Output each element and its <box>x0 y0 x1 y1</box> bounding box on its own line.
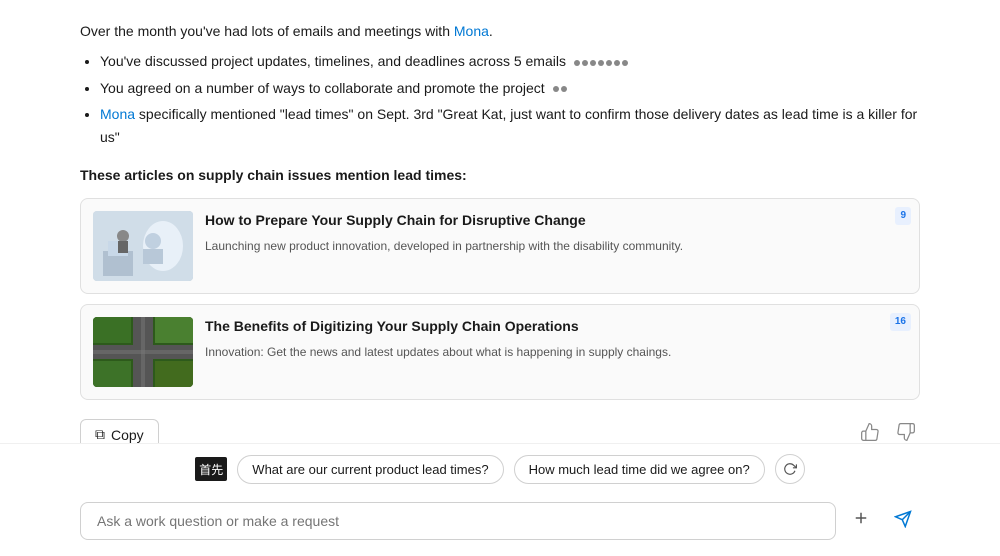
suggestions-bar: 首先 What are our current product lead tim… <box>0 443 1000 494</box>
bullet2-text: You agreed on a number of ways to collab… <box>100 80 545 96</box>
article-badge-1: 9 <box>895 207 911 225</box>
article-thumbnail-1 <box>93 211 193 281</box>
input-bar <box>0 494 1000 556</box>
copy-label: Copy <box>111 427 144 443</box>
suggestion-chip-1[interactable]: What are our current product lead times? <box>237 455 503 484</box>
article-thumbnail-2 <box>93 317 193 387</box>
office-svg <box>93 211 193 281</box>
thumbs-up-icon <box>860 422 880 442</box>
aerial-thumbnail <box>93 317 193 387</box>
dot <box>590 60 596 66</box>
mona-link[interactable]: Mona <box>454 23 489 39</box>
kanji-text: 首先 <box>199 461 223 478</box>
thumbs-down-button[interactable] <box>892 418 920 443</box>
send-button[interactable] <box>886 506 920 537</box>
office-thumbnail <box>93 211 193 281</box>
article-badge-2: 16 <box>890 313 911 331</box>
article-card-1[interactable]: How to Prepare Your Supply Chain for Dis… <box>80 198 920 294</box>
intro-paragraph: Over the month you've had lots of emails… <box>80 20 920 42</box>
dot <box>582 60 588 66</box>
add-button[interactable] <box>844 505 878 537</box>
dot <box>622 60 628 66</box>
refresh-button[interactable] <box>775 454 805 484</box>
intro-text: Over the month you've had lots of emails… <box>80 23 450 39</box>
copy-icon: ⧉ <box>95 426 105 443</box>
plus-icon <box>852 509 870 527</box>
article-title-1: How to Prepare Your Supply Chain for Dis… <box>205 211 907 231</box>
main-container: Over the month you've had lots of emails… <box>0 0 1000 556</box>
kanji-icon: 首先 <box>195 457 227 481</box>
mona-link-2[interactable]: Mona <box>100 106 135 122</box>
articles-heading: These articles on supply chain issues me… <box>80 164 920 186</box>
dot <box>553 86 559 92</box>
article-desc-1: Launching new product innovation, develo… <box>205 237 907 255</box>
bullet-item-3: Mona specifically mentioned "lead times"… <box>100 103 920 148</box>
dot <box>614 60 620 66</box>
dot <box>574 60 580 66</box>
suggestion-chip-2[interactable]: How much lead time did we agree on? <box>514 455 765 484</box>
article-card-2[interactable]: The Benefits of Digitizing Your Supply C… <box>80 304 920 400</box>
bullet-list: You've discussed project updates, timeli… <box>100 50 920 148</box>
aerial-svg <box>93 317 193 387</box>
send-icon <box>894 510 912 528</box>
feedback-icons <box>856 418 920 443</box>
message-content: Over the month you've had lots of emails… <box>80 20 920 443</box>
bullet-item-2: You agreed on a number of ways to collab… <box>100 77 920 99</box>
action-bar: ⧉ Copy <box>80 410 920 443</box>
dot <box>606 60 612 66</box>
thumbs-up-button[interactable] <box>856 418 884 443</box>
article-desc-2: Innovation: Get the news and latest upda… <box>205 343 907 361</box>
refresh-icon <box>783 462 797 476</box>
article-info-1: How to Prepare Your Supply Chain for Dis… <box>205 211 907 255</box>
thumbs-down-icon <box>896 422 916 442</box>
bullet3-text: specifically mentioned "lead times" on S… <box>100 106 917 144</box>
article-title-2: The Benefits of Digitizing Your Supply C… <box>205 317 907 337</box>
bullet-item-1: You've discussed project updates, timeli… <box>100 50 920 72</box>
article-info-2: The Benefits of Digitizing Your Supply C… <box>205 317 907 361</box>
email-dots-2 <box>553 86 567 92</box>
chat-input[interactable] <box>80 502 836 540</box>
articles-section: These articles on supply chain issues me… <box>80 164 920 400</box>
dot <box>598 60 604 66</box>
copy-button[interactable]: ⧉ Copy <box>80 419 159 443</box>
chat-area: Over the month you've had lots of emails… <box>0 0 1000 443</box>
bullet1-text: You've discussed project updates, timeli… <box>100 53 566 69</box>
dot <box>561 86 567 92</box>
email-dots-1 <box>574 60 628 66</box>
